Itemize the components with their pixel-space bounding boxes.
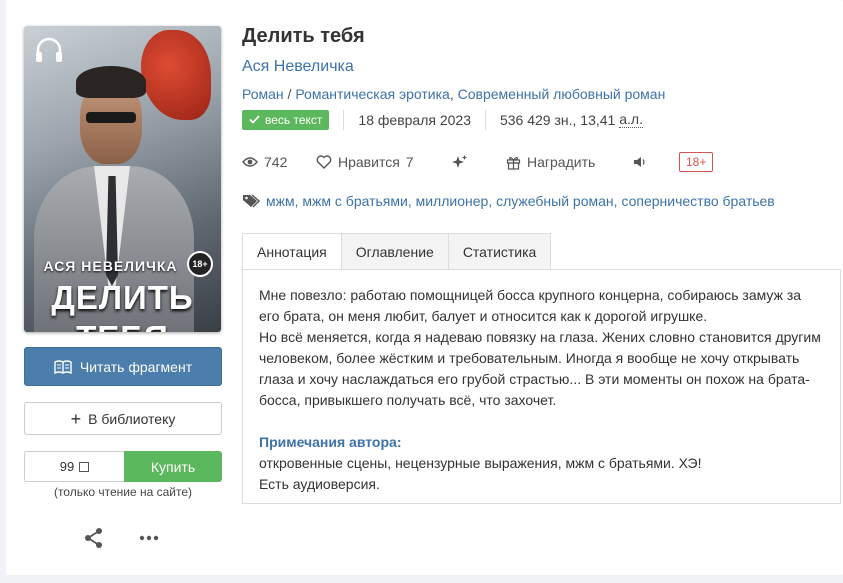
- read-fragment-label: Читать фрагмент: [79, 358, 193, 375]
- annotation-panel: Мне повезло: работаю помощницей босса кр…: [242, 269, 841, 504]
- tags-icon: [243, 194, 260, 208]
- genre-link[interactable]: Романтическая эротика: [295, 86, 450, 102]
- cover-title: ДЕЛИТЬ ТЕБЯ: [51, 279, 194, 332]
- book-tabs: Аннотация Оглавление Статистика: [242, 233, 552, 270]
- likes-count: 7: [405, 154, 414, 170]
- speaker-icon: [634, 157, 645, 167]
- cover-age-badge: 18+: [187, 251, 213, 277]
- price-value: 99: [59, 459, 75, 474]
- book-title: Делить тебя: [242, 25, 365, 47]
- tag-link[interactable]: служебный роман: [496, 193, 614, 209]
- tab-annotation[interactable]: Аннотация: [242, 233, 342, 270]
- author-notes-heading: Примечания автора:: [259, 434, 402, 450]
- add-library-label: В библиотеку: [88, 410, 176, 427]
- divider: [343, 109, 345, 130]
- reward-button[interactable]: Наградить: [506, 154, 633, 170]
- coin-icon: [79, 461, 90, 472]
- eye-icon: [242, 157, 258, 167]
- share-icon[interactable]: [83, 527, 105, 549]
- tag-link[interactable]: миллионер: [416, 193, 489, 209]
- size-unit: а.л.: [619, 111, 643, 128]
- sparkle-button[interactable]: [452, 154, 506, 170]
- annotation-text: Мне повезло: работаю помощницей босса кр…: [259, 287, 821, 408]
- book-open-icon: [54, 359, 72, 374]
- author-link[interactable]: Ася Невеличка: [242, 58, 354, 76]
- check-icon: [249, 115, 260, 124]
- tag-link[interactable]: соперничество братьев: [621, 193, 774, 209]
- tab-contents[interactable]: Оглавление: [341, 233, 449, 270]
- tab-statistics[interactable]: Статистика: [448, 233, 552, 270]
- cover-man-hair: [76, 66, 146, 98]
- views-stat: 742: [242, 154, 316, 170]
- plus-icon: +: [70, 408, 82, 429]
- genre-separator: ,: [449, 86, 454, 102]
- genre-separator: /: [287, 86, 292, 102]
- book-size: 536 429 зн., 13,41: [499, 111, 616, 128]
- price-display: 99: [24, 451, 124, 482]
- gift-icon: [506, 156, 521, 170]
- age-rating-badge: 18+: [679, 152, 714, 172]
- genre-link[interactable]: Роман: [242, 86, 284, 102]
- read-fragment-button[interactable]: Читать фрагмент: [24, 347, 222, 386]
- status-badge: весь текст: [242, 109, 330, 130]
- like-label: Нравится: [338, 154, 400, 170]
- cover-woman-hair: [141, 30, 211, 120]
- tag-list: мжм, мжм с братьями, миллионер, служебны…: [242, 193, 775, 209]
- more-icon[interactable]: [138, 527, 160, 549]
- genre-link[interactable]: Современный любовный роман: [458, 86, 666, 102]
- purchase-note: (только чтение на сайте): [53, 485, 193, 499]
- author-notes-text: откровенные сцены, нецензурные выражения…: [259, 455, 702, 492]
- book-meta: весь текст 18 февраля 2023 536 429 зн., …: [242, 109, 643, 130]
- tag-link[interactable]: мжм с братьями: [302, 193, 407, 209]
- book-cover[interactable]: АСЯ НЕВЕЛИЧКА 18+ ДЕЛИТЬ ТЕБЯ: [24, 26, 221, 332]
- divider: [484, 109, 486, 130]
- views-count: 742: [264, 154, 288, 170]
- headphones-icon: [36, 37, 62, 62]
- genre-list: Роман / Романтическая эротика, Современн…: [242, 86, 665, 102]
- reward-label: Наградить: [527, 154, 596, 170]
- buy-button[interactable]: Купить: [124, 451, 222, 482]
- status-badge-label: весь текст: [265, 112, 323, 127]
- audio-button[interactable]: [633, 155, 679, 169]
- like-button[interactable]: Нравится 7: [316, 154, 452, 170]
- publish-date: 18 февраля 2023: [358, 111, 471, 128]
- heart-icon: [316, 155, 332, 169]
- stats-bar: 742 Нравится 7 Наградить 18+: [242, 151, 722, 173]
- add-library-button[interactable]: + В библиотеку: [24, 402, 222, 435]
- cover-glasses: [86, 112, 136, 123]
- purchase-row: 99 Купить: [24, 451, 222, 482]
- tag-link[interactable]: мжм: [266, 193, 295, 209]
- sparkles-icon: [452, 155, 467, 168]
